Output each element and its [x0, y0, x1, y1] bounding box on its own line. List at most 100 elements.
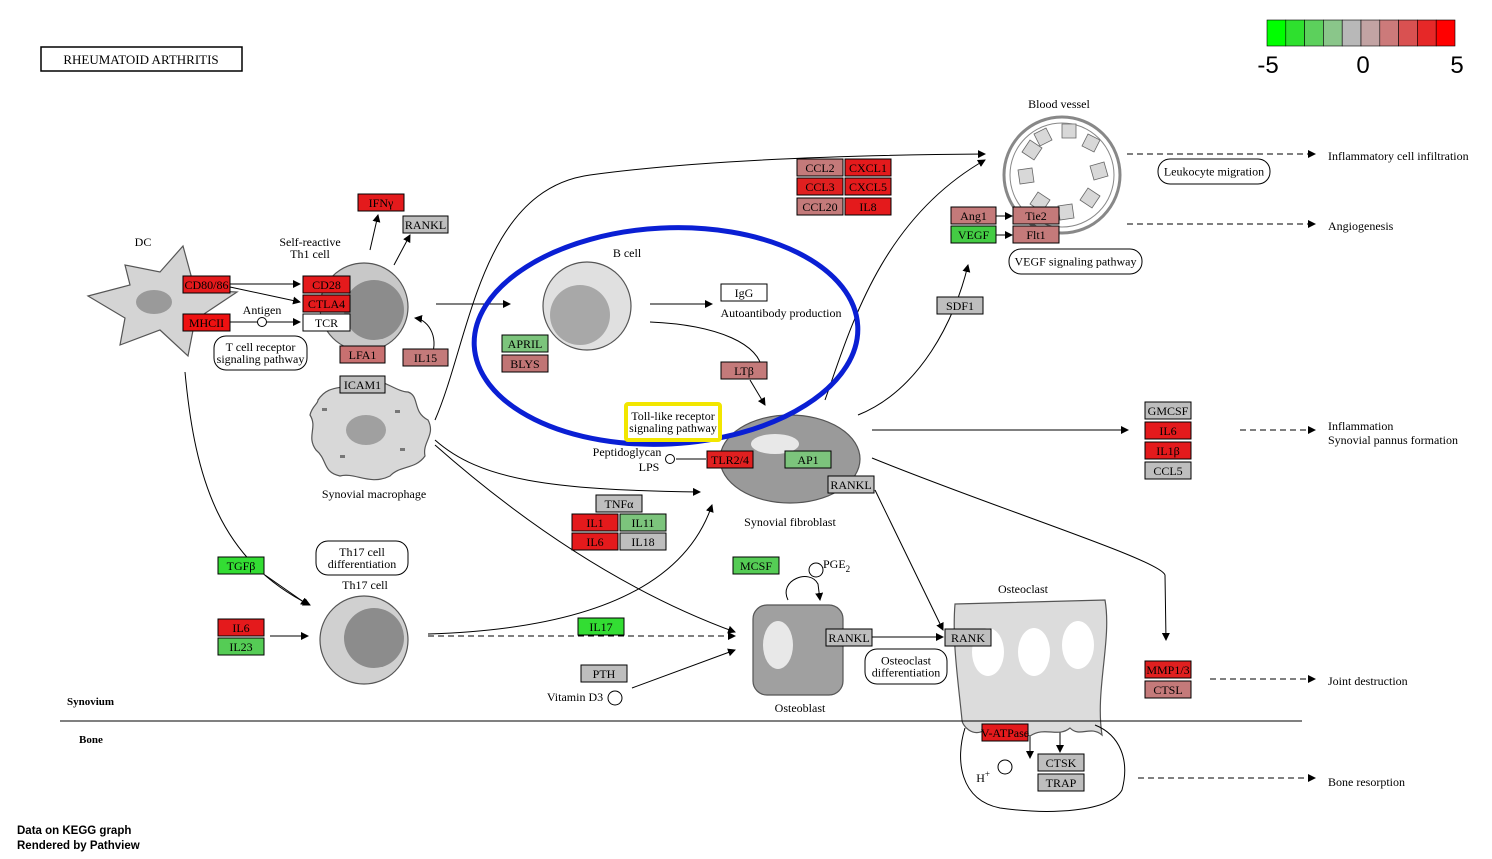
pathway-th17_path[interactable]: Th17 celldifferentiation	[315, 540, 409, 576]
gene-il1b[interactable]: IL1β	[1144, 441, 1192, 460]
gene-tie2[interactable]: Tie2	[1012, 206, 1060, 225]
gene-label: TLR2/4	[711, 453, 749, 467]
gene-ctla4[interactable]: CTLA4	[302, 294, 351, 313]
gene-label: RANK	[951, 631, 985, 645]
gene-label: IL1	[586, 516, 603, 530]
color-scale-bin	[1266, 19, 1287, 47]
gene-label: CD80/86	[184, 278, 228, 292]
gene-il8[interactable]: IL8	[844, 197, 892, 216]
gene-il6a[interactable]: IL6	[1144, 421, 1192, 440]
gene-mcsf[interactable]: MCSF	[732, 556, 780, 575]
gene-ctsk[interactable]: CTSK	[1037, 753, 1085, 772]
gene-cd28[interactable]: CD28	[302, 275, 351, 294]
svg-text:Osteoclast: Osteoclast	[998, 582, 1049, 596]
gene-label: IL17	[589, 620, 612, 634]
gene-label: IL18	[631, 535, 654, 549]
svg-text:B cell: B cell	[613, 246, 642, 260]
gene-cd80[interactable]: CD80/86	[182, 275, 231, 294]
gene-trap[interactable]: TRAP	[1037, 773, 1085, 792]
joint-destruction-label: Joint destruction	[1328, 674, 1408, 688]
gene-ctsl[interactable]: CTSL	[1144, 680, 1192, 699]
gene-tnfa[interactable]: TNFα	[595, 494, 643, 513]
gene-il11[interactable]: IL11	[619, 513, 667, 532]
gene-label: CD28	[312, 278, 341, 292]
gene-ccl3[interactable]: CCL3	[796, 177, 844, 196]
gene-igg[interactable]: IgG	[720, 283, 768, 302]
antigen-compound	[257, 317, 267, 327]
gene-pth[interactable]: PTH	[580, 664, 628, 683]
gene-il15[interactable]: IL15	[402, 348, 449, 367]
osteoblast-cell: Osteoblast	[752, 604, 844, 715]
gene-icam1[interactable]: ICAM1	[339, 375, 386, 394]
footer-line-2: Rendered by Pathview	[17, 840, 140, 852]
gene-tlr24[interactable]: TLR2/4	[706, 450, 754, 469]
gene-ifng[interactable]: IFNγ	[357, 193, 405, 212]
gene-rank[interactable]: RANK	[944, 628, 992, 647]
gene-label: VEGF	[958, 228, 990, 242]
gene-rankl2[interactable]: RANKL	[827, 475, 875, 494]
pathway-tlr_path[interactable]: Toll-like receptorsignaling pathway	[624, 402, 722, 442]
gene-ap1[interactable]: AP1	[784, 450, 832, 469]
gene-cxcl5[interactable]: CXCL5	[844, 177, 892, 196]
gene-flt1[interactable]: Flt1	[1012, 225, 1060, 244]
gene-label: IL15	[414, 351, 437, 365]
gene-label: AP1	[797, 453, 818, 467]
gene-label: APRIL	[508, 337, 543, 351]
gene-lfa1[interactable]: LFA1	[339, 345, 386, 364]
gene-il6c[interactable]: IL6	[217, 618, 265, 637]
gene-tgfb[interactable]: TGFβ	[217, 556, 265, 575]
color-scale-bin	[1398, 19, 1418, 47]
gene-mmp[interactable]: MMP1/3	[1144, 660, 1192, 679]
h-plus-label: H+	[976, 769, 990, 785]
pathway-osteo_path[interactable]: Osteoclastdifferentiation	[864, 648, 948, 685]
gene-il18[interactable]: IL18	[619, 532, 667, 551]
gene-label: IL11	[632, 516, 655, 530]
color-scale-bin	[1379, 19, 1399, 47]
gene-mhcii[interactable]: MHCII	[182, 313, 231, 332]
gene-label: TCR	[315, 316, 338, 330]
gene-tcr[interactable]: TCR	[302, 313, 351, 332]
gene-ccl2[interactable]: CCL2	[796, 158, 844, 177]
svg-text:DC: DC	[135, 235, 152, 249]
color-scale-legend: -5 0 5	[1257, 19, 1464, 79]
gene-blys[interactable]: BLYS	[501, 354, 549, 373]
gene-ccl5[interactable]: CCL5	[1144, 461, 1192, 480]
svg-text:Blood vessel: Blood vessel	[1028, 97, 1090, 111]
peptidoglycan-label: Peptidoglycan	[593, 445, 662, 459]
gene-sdf1[interactable]: SDF1	[936, 296, 984, 315]
gene-label: TGFβ	[227, 559, 256, 573]
gene-il6b[interactable]: IL6	[571, 532, 619, 551]
gene-ltb[interactable]: LTβ	[720, 361, 768, 380]
b-cell: B cell	[542, 246, 642, 351]
gene-ang1[interactable]: Ang1	[950, 206, 997, 225]
color-scale-bin	[1417, 19, 1437, 47]
gene-il1[interactable]: IL1	[571, 513, 619, 532]
gene-rankl1[interactable]: RANKL	[402, 215, 449, 234]
gene-label: IL23	[229, 640, 252, 654]
gene-cxcl1[interactable]: CXCL1	[844, 158, 892, 177]
lps-label: LPS	[639, 460, 660, 474]
gene-gmcsf[interactable]: GMCSF	[1144, 401, 1192, 420]
gene-il17[interactable]: IL17	[577, 617, 625, 636]
autoantibody-label: Autoantibody production	[721, 306, 842, 320]
vitamin-d3-label: Vitamin D3	[547, 690, 603, 704]
gene-label: MCSF	[740, 559, 772, 573]
pathway-tcr_path[interactable]: T cell receptorsignaling pathway	[213, 335, 308, 371]
bone-resorption-label: Bone resorption	[1328, 775, 1405, 789]
kegg-pathway-diagram: RHEUMATOID ARTHRITIS -5 0 5 DC Self-reac…	[40, 19, 1469, 812]
pathway-leuk_path[interactable]: Leukocyte migration	[1157, 158, 1271, 185]
gene-label: TRAP	[1046, 776, 1077, 790]
gene-il23[interactable]: IL23	[217, 637, 265, 656]
gene-label: ICAM1	[344, 378, 381, 392]
gene-vatpase[interactable]: V-ATPase	[981, 723, 1029, 742]
color-scale-bin	[1341, 19, 1362, 47]
gene-vegf[interactable]: VEGF	[950, 225, 997, 244]
pathway-vegf_path[interactable]: VEGF signaling pathway	[1008, 248, 1143, 275]
svg-text:Osteoblast: Osteoblast	[775, 701, 826, 715]
antigen-label: Antigen	[243, 303, 282, 317]
lps-compound	[665, 454, 675, 464]
gene-april[interactable]: APRIL	[501, 334, 549, 353]
gene-label: PTH	[593, 667, 616, 681]
gene-rankl3[interactable]: RANKL	[825, 628, 873, 647]
gene-ccl20[interactable]: CCL20	[796, 197, 844, 216]
